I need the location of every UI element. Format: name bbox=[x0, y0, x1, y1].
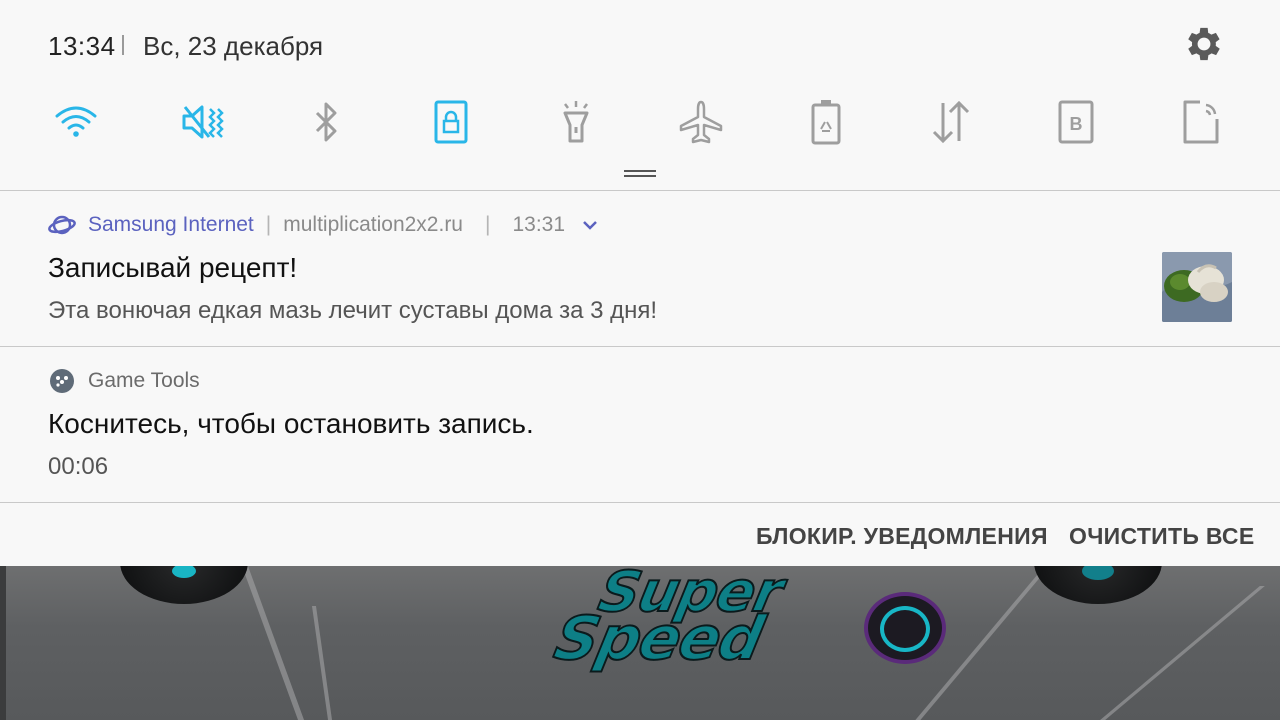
notification-text: Эта вонючая едкая мазь лечит суставы дом… bbox=[48, 297, 658, 324]
game-tools-icon bbox=[48, 367, 76, 395]
notification-app-name: Game Tools bbox=[88, 369, 200, 392]
notification-game-tools[interactable]: Game Tools Коснитесь, чтобы остановить з… bbox=[0, 347, 1280, 502]
qs-blue-light-toggle[interactable]: B bbox=[1048, 94, 1104, 150]
recording-timer: 00:06 bbox=[48, 453, 109, 480]
qs-power-saving-toggle[interactable] bbox=[798, 94, 854, 150]
clear-all-button[interactable]: ОЧИСТИТЬ ВСЕ bbox=[1069, 523, 1254, 550]
rotation-lock-icon bbox=[434, 100, 468, 144]
qs-sound-toggle[interactable] bbox=[173, 94, 229, 150]
qs-rotation-lock-toggle[interactable] bbox=[423, 94, 479, 150]
game-timer-icon bbox=[864, 592, 946, 664]
samsung-internet-icon bbox=[48, 211, 76, 239]
airplane-icon bbox=[679, 100, 723, 144]
notification-title: Коснитесь, чтобы остановить запись. bbox=[48, 408, 534, 439]
road-line bbox=[1100, 586, 1265, 720]
notification-shade: 13:34 Вс, 23 декабря B Samsung Internet … bbox=[0, 0, 1280, 566]
settings-button[interactable] bbox=[1182, 22, 1226, 66]
notification-source: multiplication2x2.ru bbox=[283, 213, 463, 236]
separator: | bbox=[265, 213, 272, 236]
gear-icon bbox=[1188, 27, 1220, 61]
game-timer-ring bbox=[880, 606, 930, 652]
notification-header: Game Tools bbox=[48, 366, 212, 396]
game-left-control-dot bbox=[172, 564, 196, 578]
shade-drag-handle[interactable] bbox=[624, 170, 656, 177]
nfc-icon bbox=[1183, 100, 1219, 144]
bluetooth-icon bbox=[315, 102, 337, 142]
notification-samsung-internet[interactable]: Samsung Internet | multiplication2x2.ru … bbox=[0, 191, 1280, 346]
shade-header: 13:34 Вс, 23 декабря bbox=[0, 0, 1280, 90]
qs-flashlight-toggle[interactable] bbox=[548, 94, 604, 150]
notification-title: Записывай рецепт! bbox=[48, 252, 298, 283]
notification-thumbnail bbox=[1162, 252, 1232, 322]
data-arrows-icon bbox=[932, 100, 970, 144]
notification-time: 13:31 bbox=[512, 213, 566, 236]
chevron-down-icon bbox=[583, 221, 597, 230]
separator: | bbox=[485, 213, 491, 236]
qs-bluetooth-toggle[interactable] bbox=[298, 94, 354, 150]
vibrate-mute-icon bbox=[182, 105, 224, 139]
notification-actions-bar: БЛОКИР. УВЕДОМЛЕНИЯ ОЧИСТИТЬ ВСЕ bbox=[0, 503, 1280, 566]
wifi-icon bbox=[55, 106, 97, 137]
qs-airplane-toggle[interactable] bbox=[673, 94, 729, 150]
date: Вс, 23 декабря bbox=[143, 31, 324, 61]
battery-saver-icon bbox=[811, 100, 841, 145]
flashlight-icon bbox=[563, 101, 589, 143]
clock: 13:34 bbox=[48, 31, 116, 61]
game-logo-speed: Speed bbox=[548, 603, 770, 675]
game-left-edge bbox=[0, 566, 6, 720]
expand-button[interactable] bbox=[581, 216, 599, 234]
notification-app-name: Samsung Internet bbox=[88, 213, 254, 236]
notification-header: Samsung Internet | multiplication2x2.ru … bbox=[48, 210, 599, 240]
road-line bbox=[241, 566, 305, 720]
road-line bbox=[311, 606, 333, 720]
svg-text:B: B bbox=[1070, 114, 1083, 134]
blue-light-filter-icon: B bbox=[1058, 100, 1094, 144]
time-date-separator bbox=[122, 35, 124, 55]
block-notifications-button[interactable]: БЛОКИР. УВЕДОМЛЕНИЯ bbox=[756, 523, 1048, 550]
quick-settings-row: B bbox=[0, 94, 1280, 150]
qs-wifi-toggle[interactable] bbox=[48, 94, 104, 150]
qs-mobile-data-toggle[interactable] bbox=[923, 94, 979, 150]
qs-nfc-toggle[interactable] bbox=[1173, 94, 1229, 150]
